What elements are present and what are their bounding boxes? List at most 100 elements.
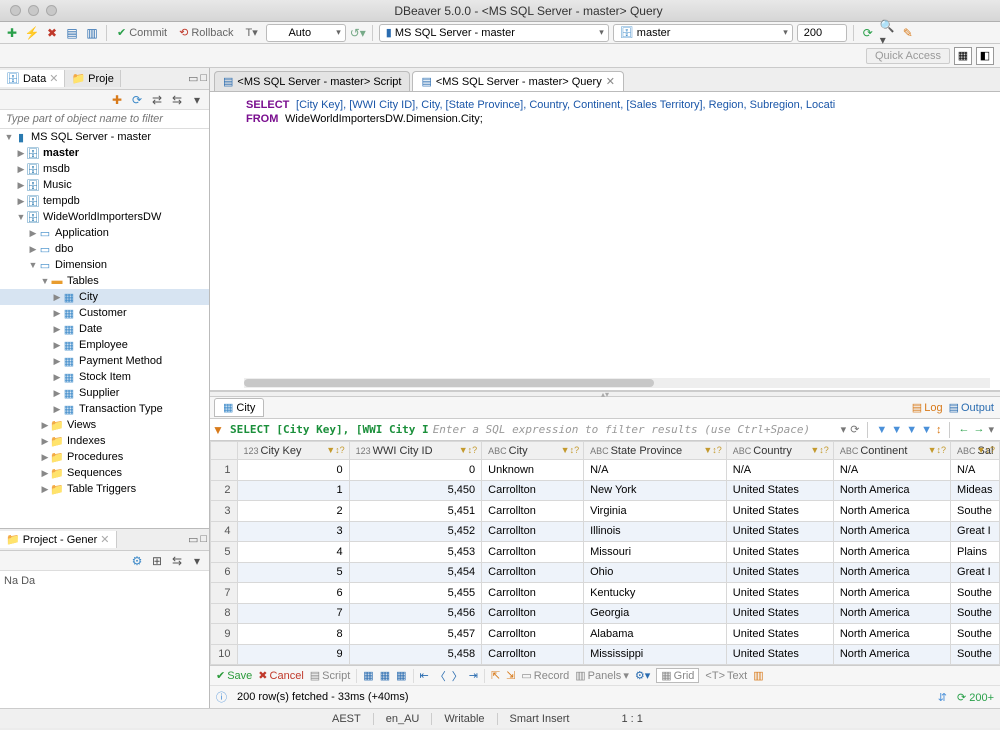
row-limit-input[interactable]: 200	[797, 24, 847, 42]
search-icon[interactable]: 🔍▾	[880, 25, 896, 41]
tree-item-date[interactable]: ▶▦Date	[0, 321, 209, 337]
perspective-dbeaver-icon[interactable]: ▦	[954, 47, 972, 65]
tree-item-sequences[interactable]: ▶📁Sequences	[0, 465, 209, 481]
log-button[interactable]: ▤ Log	[912, 401, 943, 414]
table-row[interactable]: 215,450CarrolltonNew YorkUnited StatesNo…	[211, 480, 1000, 501]
column-header-country[interactable]: ABCCountry▼↕?	[726, 442, 833, 460]
import-icon[interactable]: ⇲	[506, 669, 515, 682]
tree-item-ms-sql-server-master[interactable]: ▼▮MS SQL Server - master	[0, 129, 209, 145]
table-row[interactable]: 985,457CarrolltonAlabamaUnited StatesNor…	[211, 624, 1000, 645]
perspective-other-icon[interactable]: ◧	[976, 47, 994, 65]
minimize-view-icon[interactable]: ▭	[188, 533, 198, 546]
close-icon[interactable]: ✕	[606, 75, 615, 88]
filter-apply-icon[interactable]: ⟳	[850, 423, 859, 436]
table-row[interactable]: 100UnknownN/AN/AN/AN/A	[211, 460, 1000, 481]
nav-new-icon[interactable]: ✚	[109, 92, 125, 108]
del-row-icon[interactable]: ▦	[396, 669, 406, 682]
filter-toggle-icon[interactable]: ▼	[210, 422, 226, 438]
txn-dropdown-icon[interactable]: T▾	[242, 25, 262, 40]
proj-link-icon[interactable]: ⇆	[169, 553, 185, 569]
table-row[interactable]: 765,455CarrolltonKentuckyUnited StatesNo…	[211, 583, 1000, 604]
table-row[interactable]: 655,454CarrolltonOhioUnited StatesNorth …	[211, 562, 1000, 583]
nav-refresh-icon[interactable]: ⟳	[129, 92, 145, 108]
text-mode-button[interactable]: <T> Text	[705, 670, 747, 682]
nav-menu-icon[interactable]: ▾	[189, 92, 205, 108]
link-icon[interactable]: ⟳	[860, 25, 876, 41]
scroll-results-icon[interactable]: ⇵	[938, 691, 947, 704]
tree-item-views[interactable]: ▶📁Views	[0, 417, 209, 433]
sql-editor-icon[interactable]: ▤	[64, 25, 80, 41]
txn-log-icon[interactable]: ↺▾	[350, 25, 366, 41]
maximize-view-icon[interactable]: □	[200, 72, 207, 85]
close-icon[interactable]: ✕	[100, 533, 109, 546]
filter-funnel4-icon[interactable]: ▼	[921, 424, 932, 436]
filter-history-icon[interactable]: ▾	[841, 423, 847, 436]
column-header-state-province[interactable]: ABCState Province▼↕?	[584, 442, 727, 460]
tree-item-customer[interactable]: ▶▦Customer	[0, 305, 209, 321]
tree-item-dimension[interactable]: ▼▭Dimension	[0, 257, 209, 273]
settings-icon[interactable]: ⚙▾	[635, 669, 650, 682]
panels-button[interactable]: ▥ Panels ▾	[575, 669, 629, 682]
open-script-icon[interactable]: ▥	[84, 25, 100, 41]
tree-item-wideworldimportersdw[interactable]: ▼🗄WideWorldImportersDW	[0, 209, 209, 225]
sql-editor[interactable]: SELECT [City Key], [WWI City ID], City, …	[210, 92, 1000, 392]
table-row[interactable]: 435,452CarrolltonIllinoisUnited StatesNo…	[211, 521, 1000, 542]
tree-item-tables[interactable]: ▼▬Tables	[0, 273, 209, 289]
tree-item-procedures[interactable]: ▶📁Procedures	[0, 449, 209, 465]
next-page-icon[interactable]: 〉	[452, 668, 463, 684]
maximize-view-icon[interactable]: □	[200, 533, 207, 546]
output-button[interactable]: ▤ Output	[949, 401, 994, 414]
new-sql-icon[interactable]: ⚡	[24, 25, 40, 41]
tips-icon[interactable]: ✎	[900, 25, 916, 41]
column-header-city-key[interactable]: 123City Key▼↕?	[237, 442, 349, 460]
txn-mode-select[interactable]: Auto	[266, 24, 346, 42]
commit-button[interactable]: ✔Commit	[113, 25, 171, 40]
nav-link-icon[interactable]: ⇆	[169, 92, 185, 108]
column-header-city[interactable]: ABCCity▼↕?	[482, 442, 584, 460]
results-filter-input[interactable]	[429, 421, 835, 438]
tree-item-master[interactable]: ▶🗄master	[0, 145, 209, 161]
tree-item-msdb[interactable]: ▶🗄msdb	[0, 161, 209, 177]
zoom-window-icon[interactable]	[46, 5, 57, 16]
tree-item-stock-item[interactable]: ▶▦Stock Item	[0, 369, 209, 385]
nav-collapse-icon[interactable]: ⇄	[149, 92, 165, 108]
proj-collapse-icon[interactable]: ⊞	[149, 553, 165, 569]
tab-projects[interactable]: 📁Proje	[65, 70, 120, 87]
new-connection-icon[interactable]: ✚	[4, 25, 20, 41]
database-navigator-tree[interactable]: ▼▮MS SQL Server - master▶🗄master▶🗄msdb▶🗄…	[0, 129, 209, 528]
quick-access-button[interactable]: Quick Access	[866, 48, 950, 64]
cancel-button[interactable]: ✖ Cancel	[258, 669, 303, 682]
first-page-icon[interactable]: ⇤	[420, 669, 429, 682]
tree-item-table-triggers[interactable]: ▶📁Table Triggers	[0, 481, 209, 497]
proj-config-icon[interactable]: ⚙	[129, 553, 145, 569]
tree-item-indexes[interactable]: ▶📁Indexes	[0, 433, 209, 449]
fetch-more-button[interactable]: ⟳ 200+	[957, 691, 994, 704]
table-row[interactable]: 325,451CarrolltonVirginiaUnited StatesNo…	[211, 501, 1000, 522]
tree-item-music[interactable]: ▶🗄Music	[0, 177, 209, 193]
last-page-icon[interactable]: ⇥	[469, 669, 478, 682]
filter-funnel-icon[interactable]: ▼	[876, 424, 887, 436]
tree-item-employee[interactable]: ▶▦Employee	[0, 337, 209, 353]
column-header-sal[interactable]: ABCSal▼↕?	[951, 442, 1000, 460]
tree-item-payment-method[interactable]: ▶▦Payment Method	[0, 353, 209, 369]
tree-item-tempdb[interactable]: ▶🗄tempdb	[0, 193, 209, 209]
filter-funnel2-icon[interactable]: ▼	[891, 424, 902, 436]
save-button[interactable]: ✔ Save	[216, 669, 252, 682]
result-tab-city[interactable]: ▦City	[214, 398, 264, 417]
rollback-button[interactable]: ⟲Rollback	[175, 25, 237, 40]
grid-mode-button[interactable]: ▦ Grid	[656, 668, 699, 683]
nav-back-icon[interactable]: ←	[958, 423, 969, 436]
filter-sort-icon[interactable]: ↕	[936, 424, 942, 436]
record-button[interactable]: ▭ Record	[521, 669, 569, 682]
tab-project-general[interactable]: 📁Project - Gener✕	[0, 531, 117, 548]
tree-item-city[interactable]: ▶▦City	[0, 289, 209, 305]
tab-database-navigator[interactable]: 🗄Data✕	[0, 70, 65, 87]
table-row[interactable]: 1095,458CarrolltonMississippiUnited Stat…	[211, 644, 1000, 665]
export-icon[interactable]: ⇱	[491, 669, 500, 682]
table-row[interactable]: 875,456CarrolltonGeorgiaUnited StatesNor…	[211, 603, 1000, 624]
close-icon[interactable]: ✕	[49, 72, 58, 85]
minimize-view-icon[interactable]: ▭	[188, 72, 198, 85]
database-select[interactable]: 🗄 master	[613, 24, 793, 42]
editor-horizontal-scrollbar[interactable]	[244, 378, 990, 388]
tree-item-dbo[interactable]: ▶▭dbo	[0, 241, 209, 257]
